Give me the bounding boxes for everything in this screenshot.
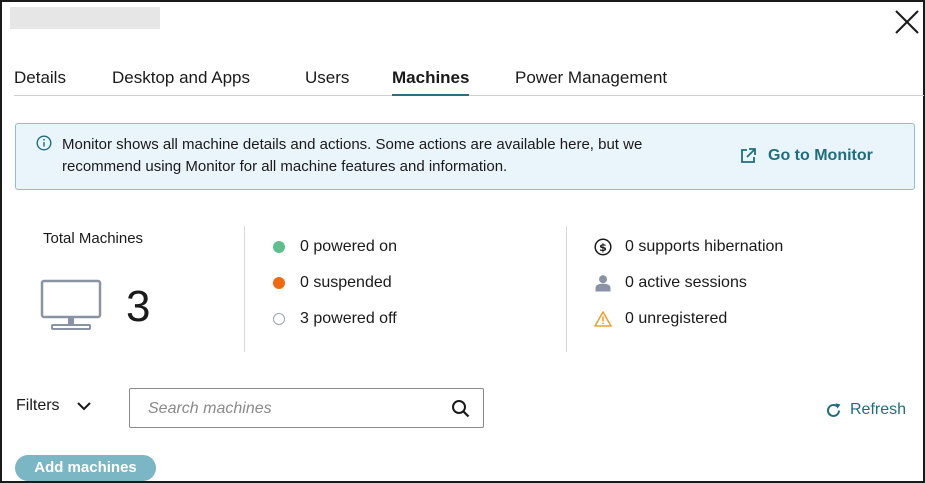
powered-off-label: 3 powered off <box>300 310 397 327</box>
filters-label: Filters <box>16 397 60 414</box>
go-to-monitor-link[interactable]: Go to Monitor <box>738 146 873 166</box>
go-to-monitor-label: Go to Monitor <box>768 147 873 164</box>
tab-details[interactable]: Details <box>14 68 66 96</box>
machine-details-panel: Details Desktop and Apps Users Machines … <box>0 0 925 483</box>
refresh-icon <box>827 402 841 417</box>
unregistered-label: 0 unregistered <box>625 310 728 327</box>
stats-divider <box>244 226 245 352</box>
hibernation-label: 0 supports hibernation <box>625 238 784 255</box>
monitor-icon <box>40 279 102 330</box>
chevron-down-icon <box>76 402 91 411</box>
active-sessions-label: 0 active sessions <box>625 274 747 291</box>
tab-users[interactable]: Users <box>305 68 349 96</box>
total-machines-count: 3 <box>126 282 151 331</box>
close-icon <box>895 10 919 34</box>
refresh-button[interactable]: Refresh <box>825 401 906 419</box>
monitor-info-banner: Monitor shows all machine details and ac… <box>15 123 915 190</box>
warning-icon <box>594 311 612 327</box>
tab-bar: Details Desktop and Apps Users Machines … <box>14 64 924 96</box>
add-machines-button[interactable]: Add machines <box>15 455 156 481</box>
external-link-icon <box>741 148 756 163</box>
total-machines-label: Total Machines <box>43 230 144 247</box>
active-sessions-stat: 0 active sessions <box>594 274 747 292</box>
tab-machines[interactable]: Machines <box>392 68 470 96</box>
info-icon <box>36 135 52 151</box>
powered-off-stat: 3 powered off <box>273 310 397 328</box>
refresh-label: Refresh <box>850 401 907 418</box>
suspended-stat: 0 suspended <box>273 274 392 292</box>
suspended-label: 0 suspended <box>300 274 392 291</box>
tab-power-management[interactable]: Power Management <box>515 68 667 96</box>
search-box <box>129 388 484 428</box>
panel-title-redacted <box>10 7 160 29</box>
search-icon[interactable] <box>451 399 470 418</box>
status-dot-hollow <box>273 313 285 325</box>
powered-on-label: 0 powered on <box>300 238 397 255</box>
hibernation-stat: $ 0 supports hibernation <box>594 238 783 256</box>
dollar-circle-icon: $ <box>594 238 612 256</box>
close-button[interactable] <box>892 8 922 36</box>
status-dot-green <box>273 241 285 253</box>
svg-text:$: $ <box>599 241 607 254</box>
unregistered-stat: 0 unregistered <box>594 310 727 328</box>
search-input[interactable] <box>148 398 438 420</box>
banner-message: Monitor shows all machine details and ac… <box>62 136 643 175</box>
user-icon <box>595 275 611 292</box>
filters-dropdown[interactable]: Filters <box>16 397 92 415</box>
status-dot-orange <box>273 277 285 289</box>
powered-on-stat: 0 powered on <box>273 238 397 256</box>
stats-divider <box>566 226 567 352</box>
tab-desktop-and-apps[interactable]: Desktop and Apps <box>112 68 250 96</box>
